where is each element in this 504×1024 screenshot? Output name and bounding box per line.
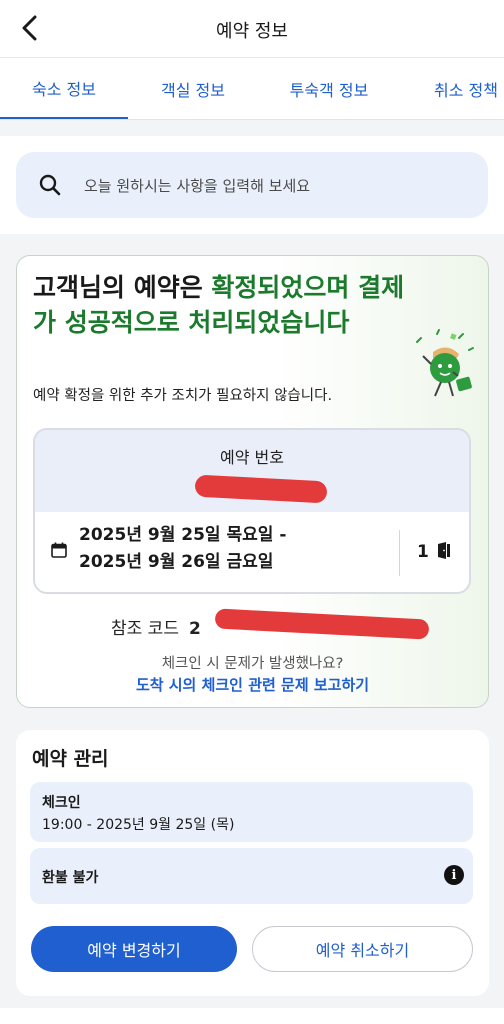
confirmation-title: 고객님의 예약은 확정되었으며 결제가 성공적으로 처리되었습니다 <box>33 270 413 340</box>
checkin-date: 2025년 9월 25일 목요일 - <box>79 525 287 545</box>
divider <box>399 530 400 576</box>
door-icon <box>438 542 450 559</box>
reference-code-row: 참조 코드 2 <box>111 614 201 639</box>
report-checkin-issue-link[interactable]: 도착 시의 체크인 관련 문제 보고하기 <box>17 674 488 695</box>
room-count: 1 <box>417 542 429 562</box>
manage-booking-title: 예약 관리 <box>32 748 109 770</box>
cancel-booking-button[interactable]: 예약 취소하기 <box>252 926 473 972</box>
confirmation-subtitle: 예약 확정을 위한 추가 조치가 필요하지 않습니다. <box>33 388 333 404</box>
stay-dates-row: 2025년 9월 25일 목요일 - 2025년 9월 26일 금요일 1 <box>35 512 469 592</box>
tab-property-info[interactable]: 숙소 정보 <box>0 58 128 119</box>
tab-room-info[interactable]: 객실 정보 <box>128 58 258 119</box>
refund-policy-box: 환불 불가 i <box>30 848 473 904</box>
calendar-icon <box>51 542 67 558</box>
confirmation-title-part1: 고객님의 예약은 <box>33 273 212 302</box>
search-section: 오늘 원하시는 사항을 입력해 보세요 <box>0 136 504 234</box>
redaction-mark <box>214 608 430 640</box>
mascot-illustration <box>416 329 474 397</box>
search-icon <box>39 174 61 196</box>
stay-dates: 2025년 9월 25일 목요일 - 2025년 9월 26일 금요일 <box>79 522 286 576</box>
booking-number-box: 예약 번호 2025년 9월 25일 목요일 - 2025년 9월 26일 금요… <box>33 428 471 594</box>
tab-guest-info[interactable]: 투숙객 정보 <box>258 58 400 119</box>
checkout-date: 2025년 9월 26일 금요일 <box>79 552 274 572</box>
checkin-time: 19:00 - 2025년 9월 25일 (목) <box>42 817 235 833</box>
change-booking-button[interactable]: 예약 변경하기 <box>31 926 237 972</box>
info-icon[interactable]: i <box>444 865 464 885</box>
booking-number-header: 예약 번호 <box>35 430 469 512</box>
manage-booking-card: 예약 관리 체크인 19:00 - 2025년 9월 25일 (목) 환불 불가… <box>16 730 489 996</box>
booking-number-label: 예약 번호 <box>220 448 284 467</box>
search-placeholder: 오늘 원하시는 사항을 입력해 보세요 <box>84 176 311 195</box>
checkin-problem-question: 체크인 시 문제가 발생했나요? <box>161 656 344 672</box>
page-title: 예약 정보 <box>216 21 288 42</box>
reference-code-value: 2 <box>188 619 201 639</box>
tab-bar: 숙소 정보 객실 정보 투숙객 정보 취소 정책 <box>0 58 504 120</box>
checkin-label: 체크인 <box>42 795 81 811</box>
app-header: 예약 정보 <box>0 0 504 58</box>
booking-confirmation-card: 고객님의 예약은 확정되었으며 결제가 성공적으로 처리되었습니다 예약 확정을… <box>16 255 489 708</box>
page-bottom <box>0 1008 504 1024</box>
tab-cancellation-policy[interactable]: 취소 정책 <box>400 58 504 119</box>
checkin-info-box: 체크인 19:00 - 2025년 9월 25일 (목) <box>30 782 473 842</box>
reference-code-label: 참조 코드 <box>111 619 179 639</box>
search-input[interactable]: 오늘 원하시는 사항을 입력해 보세요 <box>16 152 488 218</box>
non-refundable-label: 환불 불가 <box>42 870 99 886</box>
redaction-mark <box>194 474 328 504</box>
